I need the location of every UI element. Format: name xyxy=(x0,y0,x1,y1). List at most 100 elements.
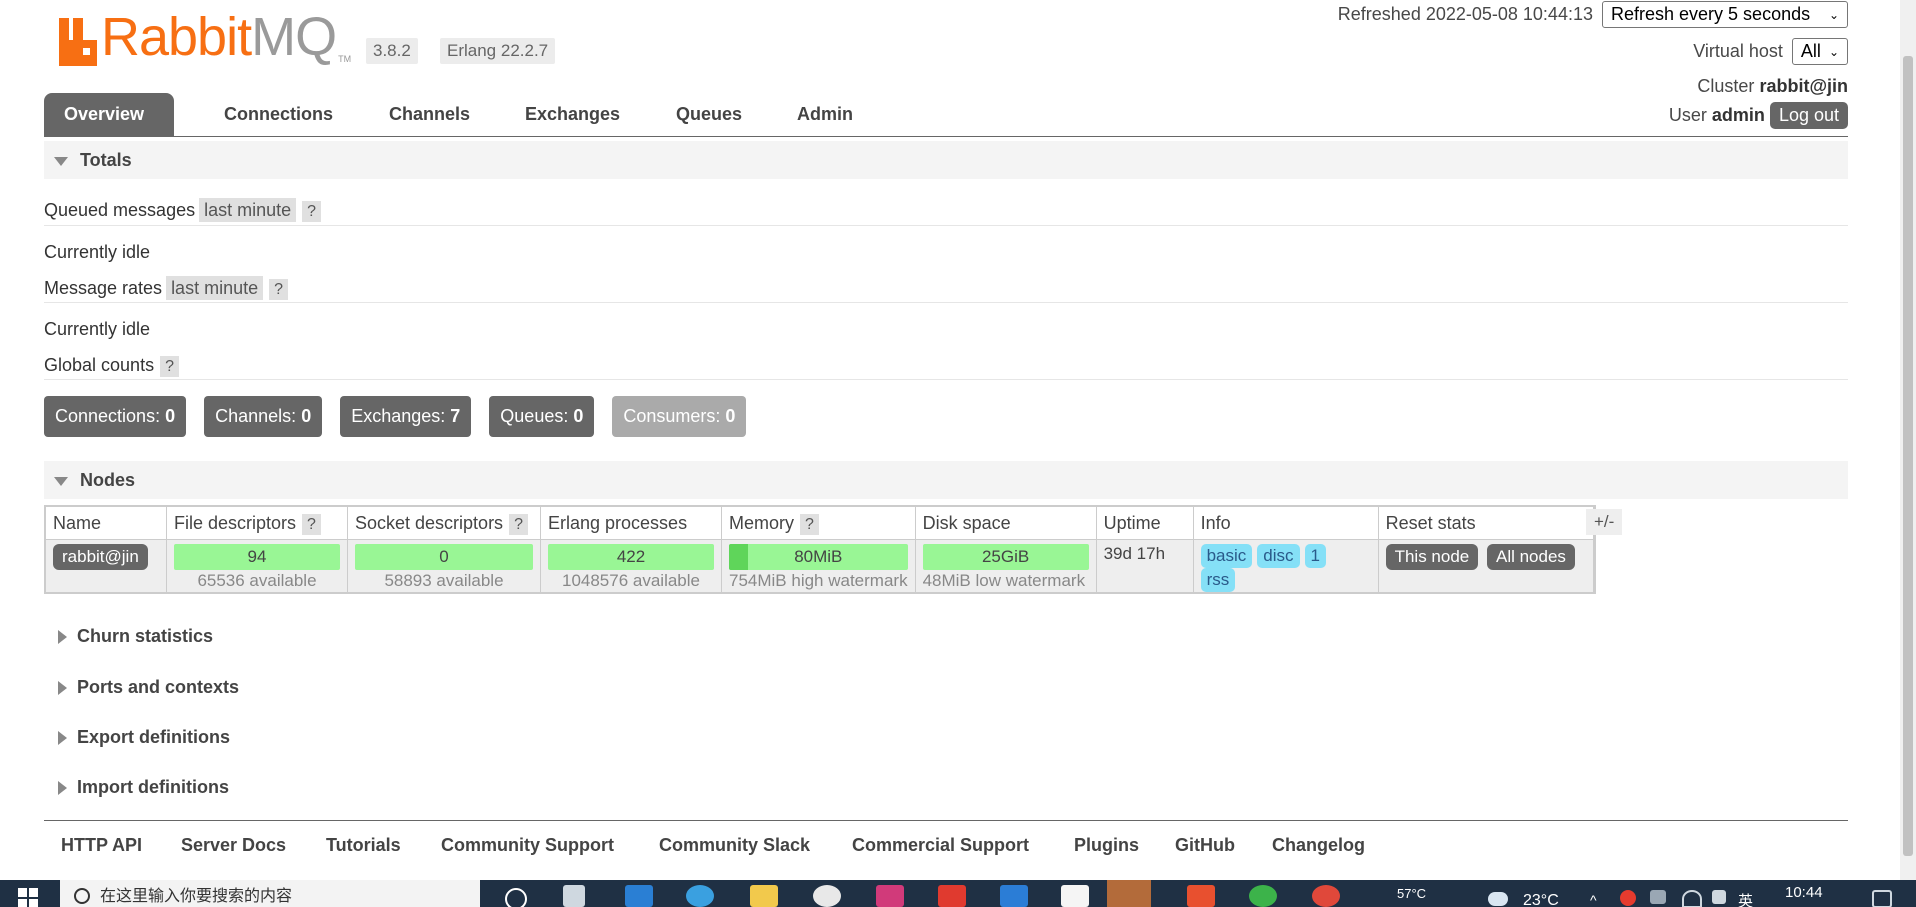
info-badges: basic disc 1 rss xyxy=(1193,539,1379,592)
windows-start-icon[interactable] xyxy=(18,888,38,907)
message-rates-label: Message rates xyxy=(44,278,163,298)
help-icon[interactable]: ? xyxy=(800,513,819,535)
qq-tray-icon[interactable] xyxy=(1620,890,1636,906)
wifi-icon[interactable] xyxy=(1682,890,1702,907)
footer-link-github[interactable]: GitHub xyxy=(1175,835,1235,856)
intellij-icon[interactable] xyxy=(876,885,904,907)
chevron-up-icon[interactable]: ^ xyxy=(1590,892,1597,907)
speaker-icon[interactable] xyxy=(1712,890,1726,904)
help-icon[interactable]: ? xyxy=(160,356,179,377)
tab-queues[interactable]: Queues xyxy=(656,93,762,136)
help-icon[interactable]: ? xyxy=(269,279,289,300)
memory-watermark: 754MiB high watermark xyxy=(729,571,908,590)
node-link[interactable]: rabbit@jin xyxy=(53,544,148,570)
divider xyxy=(44,225,1848,226)
logo-text-mq: MQ xyxy=(251,7,337,67)
col-name: Name xyxy=(46,507,167,540)
file-explorer-icon[interactable] xyxy=(750,885,778,907)
erlang-processes-used: 422 xyxy=(548,544,714,570)
chrome-icon[interactable] xyxy=(813,885,841,907)
edge-browser-icon[interactable] xyxy=(686,885,714,907)
tab-channels[interactable]: Channels xyxy=(369,93,490,136)
uptime-value: 39d 17h xyxy=(1096,539,1194,592)
global-counts: Connections: 0 Channels: 0 Exchanges: 7 … xyxy=(44,396,764,437)
col-uptime: Uptime xyxy=(1096,507,1194,540)
app-avatar-icon[interactable] xyxy=(1107,880,1151,907)
reset-this-node-button[interactable]: This node xyxy=(1385,544,1479,570)
mail-icon[interactable] xyxy=(625,885,653,907)
postman-icon[interactable] xyxy=(1312,885,1340,907)
count-connections[interactable]: Connections: 0 xyxy=(44,396,187,437)
wechat-icon[interactable] xyxy=(1249,885,1277,907)
ports-contexts-section[interactable]: Ports and contexts xyxy=(44,677,239,698)
vertical-scrollbar[interactable] xyxy=(1900,0,1916,880)
totals-section-header[interactable]: Totals xyxy=(44,141,1848,179)
taskbar-search-input[interactable]: 在这里输入你要搜索的内容 xyxy=(60,880,480,907)
rates-idle-text: Currently idle xyxy=(44,319,151,339)
footer-link-server-docs[interactable]: Server Docs xyxy=(181,835,286,856)
churn-statistics-section[interactable]: Churn statistics xyxy=(44,626,213,647)
count-queues[interactable]: Queues: 0 xyxy=(489,396,595,437)
col-file-descriptors: File descriptors? xyxy=(166,507,348,540)
chevron-down-icon: ⌄ xyxy=(1828,7,1839,22)
queued-range-selector[interactable]: last minute xyxy=(199,198,297,222)
footer-link-community-support[interactable]: Community Support xyxy=(441,835,614,856)
footer: HTTP API Server Docs Tutorials Community… xyxy=(44,820,1848,871)
count-channels[interactable]: Channels: 0 xyxy=(204,396,323,437)
rates-range-selector[interactable]: last minute xyxy=(166,276,264,300)
input-method-indicator[interactable]: 英 xyxy=(1738,890,1753,907)
weather-temperature: 23°C xyxy=(1523,892,1559,907)
task-view-icon[interactable] xyxy=(563,885,585,907)
refresh-interval-select[interactable]: Refresh every 5 seconds ⌄ xyxy=(1602,1,1848,28)
weather-cloud-icon xyxy=(1488,892,1508,906)
nodes-section-header[interactable]: Nodes xyxy=(44,461,1848,499)
divider xyxy=(44,302,1848,303)
rabbitmq-logo[interactable]: RabbitMQ TM xyxy=(59,10,351,66)
memory-fill xyxy=(729,544,748,570)
triangle-right-icon xyxy=(58,681,67,696)
logo-text-rabbit: Rabbit xyxy=(101,7,252,67)
notification-center-icon[interactable] xyxy=(1872,890,1892,907)
message-rates-row: Message rates last minute? xyxy=(44,276,289,300)
taskbar-clock[interactable]: 10:44 xyxy=(1785,884,1823,901)
footer-link-commercial-support[interactable]: Commercial Support xyxy=(852,835,1029,856)
refreshed-timestamp: Refreshed 2022-05-08 10:44:13 xyxy=(1337,4,1593,24)
footer-link-tutorials[interactable]: Tutorials xyxy=(326,835,401,856)
footer-link-community-slack[interactable]: Community Slack xyxy=(659,835,810,856)
cortana-icon[interactable] xyxy=(505,888,527,907)
media-player-icon[interactable] xyxy=(1187,885,1215,907)
scrollbar-thumb[interactable] xyxy=(1903,56,1913,856)
tab-exchanges[interactable]: Exchanges xyxy=(505,93,640,136)
import-definitions-section[interactable]: Import definitions xyxy=(44,777,229,798)
global-counts-row: Global counts? xyxy=(44,355,179,377)
col-memory: Memory? xyxy=(721,507,916,540)
export-definitions-section[interactable]: Export definitions xyxy=(44,727,230,748)
count-exchanges[interactable]: Exchanges: 7 xyxy=(340,396,472,437)
nodes-title: Nodes xyxy=(80,470,136,490)
info-badge-disc: disc xyxy=(1257,544,1300,568)
tab-connections[interactable]: Connections xyxy=(204,93,353,136)
reset-all-nodes-button[interactable]: All nodes xyxy=(1486,544,1575,570)
tray-app-icon[interactable] xyxy=(1650,890,1666,904)
vscode-icon[interactable] xyxy=(1000,885,1028,907)
queued-messages-row: Queued messages last minute? xyxy=(44,198,322,222)
triangle-right-icon xyxy=(58,781,67,796)
disk-watermark: 48MiB low watermark xyxy=(922,571,1086,590)
col-disk-space: Disk space xyxy=(915,507,1097,540)
info-badge-basic: basic xyxy=(1200,544,1253,568)
footer-link-plugins[interactable]: Plugins xyxy=(1074,835,1139,856)
typora-icon[interactable] xyxy=(1061,885,1089,907)
triangle-down-icon xyxy=(54,476,68,486)
wps-icon[interactable] xyxy=(938,885,966,907)
column-toggle-button[interactable]: +/- xyxy=(1586,509,1623,535)
help-icon[interactable]: ? xyxy=(302,513,321,535)
tab-admin[interactable]: Admin xyxy=(777,93,873,136)
sd-used: 0 xyxy=(355,544,533,570)
triangle-right-icon xyxy=(58,630,67,645)
help-icon[interactable]: ? xyxy=(302,201,322,222)
tab-overview[interactable]: Overview xyxy=(44,93,174,136)
footer-link-changelog[interactable]: Changelog xyxy=(1272,835,1365,856)
footer-link-http-api[interactable]: HTTP API xyxy=(61,835,142,856)
help-icon[interactable]: ? xyxy=(509,513,528,535)
vhost-select[interactable]: All ⌄ xyxy=(1791,38,1848,65)
